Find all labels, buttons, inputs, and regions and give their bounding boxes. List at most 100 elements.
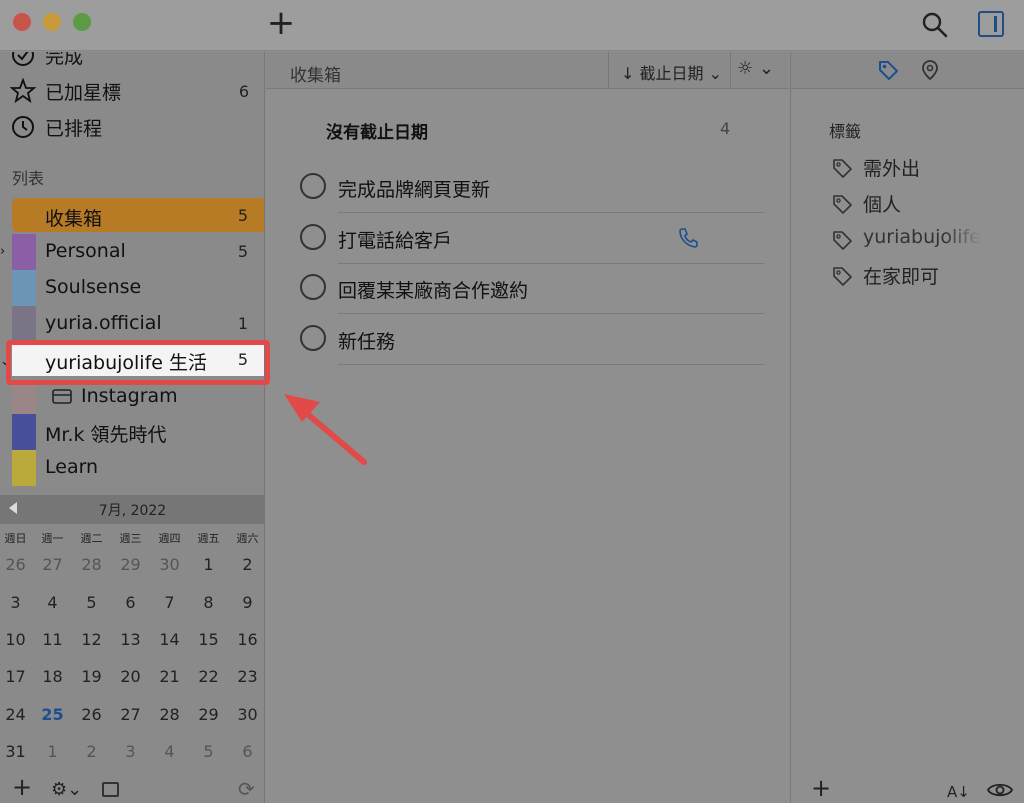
calendar-day[interactable]: 29	[111, 555, 150, 574]
calendar-day[interactable]: 30	[150, 555, 189, 574]
calendar-day[interactable]: 6	[228, 742, 264, 761]
list-item-label: Learn	[45, 456, 99, 478]
close-window-button[interactable]	[13, 13, 31, 31]
calendar-day[interactable]: 24	[0, 705, 35, 724]
calendar-day[interactable]: 29	[189, 705, 228, 724]
list-item-inbox[interactable]: 收集箱 5	[12, 198, 264, 232]
calendar-day[interactable]: 5	[189, 742, 228, 761]
calendar-day[interactable]: 27	[111, 705, 150, 724]
add-tag-plus-icon[interactable]: +	[811, 774, 831, 802]
zoom-window-button[interactable]	[73, 13, 91, 31]
calendar-day[interactable]: 25	[33, 705, 72, 724]
calendar-day[interactable]: 12	[72, 630, 111, 649]
add-list-plus-icon[interactable]: +	[12, 774, 32, 800]
calendar-day[interactable]: 15	[189, 630, 228, 649]
calendar-day[interactable]: 11	[33, 630, 72, 649]
calendar-day[interactable]: 7	[150, 593, 189, 612]
calendar-day[interactable]: 16	[228, 630, 264, 649]
tag-item[interactable]: yuriabujolife	[831, 225, 1021, 255]
calendar-day[interactable]: 6	[111, 593, 150, 612]
tag-item[interactable]: 個人	[831, 189, 1021, 219]
tag-item[interactable]: 需外出	[831, 153, 1021, 183]
calendar-day[interactable]: 5	[72, 593, 111, 612]
highlight-annotation-box	[6, 340, 270, 385]
task-checkbox[interactable]	[300, 325, 326, 351]
sidebar-item-label: 完成	[45, 52, 84, 68]
calendar-day[interactable]: 22	[189, 667, 228, 686]
group-title: 沒有截止日期	[326, 123, 428, 143]
calendar-day[interactable]: 2	[228, 555, 264, 574]
list-item-mrk[interactable]: Mr.k 領先時代	[12, 414, 264, 450]
search-icon[interactable]	[920, 10, 950, 40]
calendar-day[interactable]: 30	[228, 705, 264, 724]
calendar-day[interactable]: 26	[72, 705, 111, 724]
calendar-day[interactable]: 18	[33, 667, 72, 686]
sidebar-item-completed[interactable]: 完成	[0, 52, 264, 72]
list-item-yuria-official[interactable]: yuria.official 1	[12, 306, 264, 342]
location-pin-icon[interactable]	[919, 59, 941, 81]
task-row[interactable]: 回覆某某廠商合作邀約	[300, 263, 764, 314]
calendar-day[interactable]: 4	[33, 593, 72, 612]
calendar-day[interactable]: 28	[150, 705, 189, 724]
calendar-day[interactable]: 26	[0, 555, 35, 574]
group-count: 4	[720, 119, 731, 138]
sort-button[interactable]: ↓ 截止日期 ⌄	[608, 52, 730, 89]
task-checkbox[interactable]	[300, 274, 326, 300]
calendar-day[interactable]: 31	[0, 742, 35, 761]
calendar-day[interactable]: 1	[33, 742, 72, 761]
calendar-day[interactable]: 4	[150, 742, 189, 761]
clock-icon	[12, 116, 34, 138]
tags-title: 標籤	[829, 122, 862, 141]
sidebar-item-scheduled[interactable]: 已排程	[0, 110, 264, 144]
task-row[interactable]: 新任務	[300, 314, 764, 365]
calendar-day[interactable]: 9	[228, 593, 264, 612]
eye-icon[interactable]	[987, 780, 1013, 800]
calendar-icon[interactable]	[102, 782, 119, 797]
toggle-inspector-icon[interactable]	[978, 11, 1004, 37]
tag-item[interactable]: 在家即可	[831, 261, 1021, 291]
calendar-day[interactable]: 2	[72, 742, 111, 761]
task-title: 新任務	[338, 331, 396, 353]
task-row[interactable]: 打電話給客戶	[300, 213, 764, 264]
task-checkbox[interactable]	[300, 224, 326, 250]
calendar-day[interactable]: 8	[189, 593, 228, 612]
calendar-day[interactable]: 23	[228, 667, 264, 686]
task-row[interactable]: 完成品牌網頁更新	[300, 162, 764, 213]
list-item-label: Personal	[45, 240, 126, 262]
chevron-down-icon: ⌄	[753, 58, 774, 79]
lists-section-title: 列表	[12, 169, 45, 188]
calendar-day[interactable]: 13	[111, 630, 150, 649]
inspector-pane: 標籤 需外出 個人 yuriabujolife 在家即可 + A↓	[790, 52, 1024, 803]
list-item-learn[interactable]: Learn	[12, 450, 264, 486]
display-options-button[interactable]: ☼ ⌄	[730, 52, 789, 89]
calendar-day[interactable]: 17	[0, 667, 35, 686]
sidebar-item-starred[interactable]: 已加星標 6	[0, 74, 264, 108]
list-item-count: 5	[237, 242, 248, 261]
minimize-window-button[interactable]	[43, 13, 61, 31]
list-item-label: Soulsense	[45, 276, 142, 298]
calendar-day[interactable]: 20	[111, 667, 150, 686]
calendar-day[interactable]: 21	[150, 667, 189, 686]
calendar-day[interactable]: 3	[0, 593, 35, 612]
calendar-day[interactable]: 14	[150, 630, 189, 649]
list-item-personal[interactable]: Personal 5	[12, 234, 264, 270]
calendar-day[interactable]: 3	[111, 742, 150, 761]
weekday-label: 週三	[119, 532, 142, 545]
tag-icon[interactable]	[877, 59, 899, 81]
calendar-day[interactable]: 19	[72, 667, 111, 686]
expand-chevron-icon[interactable]: ›	[0, 244, 5, 259]
calendar-header: 7月, 2022	[0, 495, 264, 524]
weekday-label: 週一	[41, 532, 64, 545]
list-item-soulsense[interactable]: Soulsense	[12, 270, 264, 306]
calendar-day[interactable]: 28	[72, 555, 111, 574]
task-checkbox[interactable]	[300, 173, 326, 199]
phone-icon[interactable]	[677, 226, 699, 248]
calendar-day[interactable]: 1	[189, 555, 228, 574]
calendar-day[interactable]: 10	[0, 630, 35, 649]
gear-icon[interactable]: ⚙⌄	[51, 779, 82, 800]
sync-icon[interactable]: ⟳	[238, 777, 255, 801]
sidebar: 完成 已加星標 6 已排程 列表 收集箱 5 Personal 5 › Soul…	[0, 52, 265, 803]
add-task-plus-icon[interactable]: +	[266, 6, 296, 40]
calendar-day[interactable]: 27	[33, 555, 72, 574]
sort-az-icon[interactable]: A↓	[947, 783, 970, 801]
